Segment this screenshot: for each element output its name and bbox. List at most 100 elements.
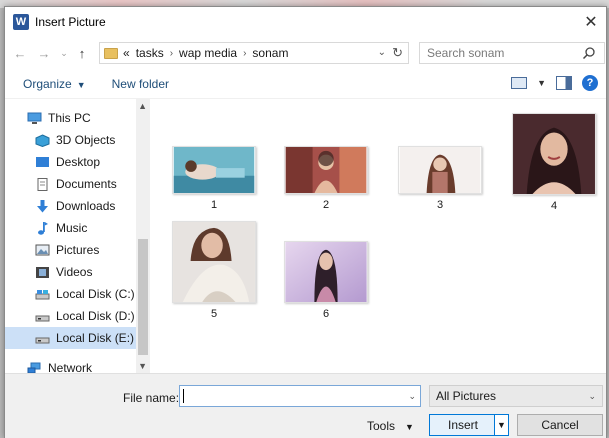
photo-thumbnail bbox=[172, 221, 256, 303]
nav-item-local-disk-c[interactable]: Local Disk (C:) bbox=[5, 283, 150, 305]
text-caret bbox=[183, 389, 184, 403]
search-box[interactable]: Search sonam bbox=[419, 42, 605, 64]
cancel-button[interactable]: Cancel bbox=[517, 414, 603, 436]
desktop-icon bbox=[36, 156, 49, 167]
nav-item-desktop[interactable]: Desktop bbox=[5, 151, 150, 173]
folder-icon bbox=[104, 47, 118, 59]
navigation-pane: This PC 3D Objects Desktop Documents Dow… bbox=[5, 99, 150, 375]
nav-item-downloads[interactable]: Downloads bbox=[5, 195, 150, 217]
file-item[interactable]: 2 bbox=[284, 146, 368, 211]
insert-picture-dialog: W Insert Picture ✕ ← → ⌄ ↑ « tasks › wap… bbox=[4, 6, 607, 438]
back-button[interactable]: ← bbox=[11, 44, 29, 62]
file-list-pane: 1 2 3 4 5 6 bbox=[150, 99, 606, 373]
photo-thumbnail bbox=[284, 146, 368, 194]
address-bar[interactable]: « tasks › wap media › sonam ⌄ ↻ bbox=[99, 42, 409, 64]
organize-menu[interactable]: Organize ▼ bbox=[23, 77, 86, 91]
file-name: 2 bbox=[322, 199, 330, 211]
file-name: 1 bbox=[210, 199, 218, 211]
close-button[interactable]: ✕ bbox=[580, 11, 602, 33]
nav-item-this-pc[interactable]: This PC bbox=[5, 107, 150, 129]
computer-icon bbox=[27, 112, 42, 124]
address-dropdown-icon[interactable]: ⌄ bbox=[378, 47, 386, 58]
nav-item-label: Videos bbox=[56, 265, 93, 279]
document-icon bbox=[37, 177, 48, 191]
nav-item-label: Local Disk (D:) bbox=[56, 309, 135, 323]
command-bar: Organize ▼ New folder ▼ ? bbox=[5, 69, 606, 99]
film-icon bbox=[36, 266, 49, 278]
file-name: 3 bbox=[436, 199, 444, 211]
file-name: 4 bbox=[550, 200, 558, 212]
photo-thumbnail bbox=[284, 241, 368, 303]
music-note-icon bbox=[38, 221, 48, 235]
bottom-controls: File name: ⌄ All Pictures ⌄ Tools ▼ Inser… bbox=[5, 373, 606, 438]
help-icon[interactable]: ? bbox=[582, 75, 598, 91]
nav-item-music[interactable]: Music bbox=[5, 217, 150, 239]
chevron-up-icon[interactable]: ▲ bbox=[138, 101, 147, 111]
chevron-down-icon: ⌄ bbox=[588, 391, 596, 401]
chevron-down-icon[interactable]: ▼ bbox=[138, 361, 147, 371]
tools-label: Tools bbox=[367, 419, 396, 433]
nav-item-label: This PC bbox=[48, 111, 91, 125]
nav-item-local-disk-e[interactable]: Local Disk (E:) bbox=[5, 327, 150, 349]
file-name-label: File name: bbox=[123, 391, 180, 405]
cube-icon bbox=[35, 133, 50, 147]
nav-item-label: 3D Objects bbox=[56, 133, 116, 147]
insert-button[interactable]: Insert ▼ bbox=[429, 414, 509, 436]
nav-scrollbar[interactable]: ▲ ▼ bbox=[136, 99, 150, 373]
file-item[interactable]: 3 bbox=[398, 146, 482, 211]
search-icon bbox=[582, 47, 595, 60]
file-type-select[interactable]: All Pictures ⌄ bbox=[429, 385, 603, 407]
photo-thumbnail bbox=[172, 146, 256, 194]
chevron-right-icon[interactable]: › bbox=[243, 48, 246, 59]
nav-item-documents[interactable]: Documents bbox=[5, 173, 150, 195]
nav-item-local-disk-d[interactable]: Local Disk (D:) bbox=[5, 305, 150, 327]
insert-options-dropdown[interactable]: ▼ bbox=[494, 415, 508, 435]
drive-icon bbox=[35, 315, 50, 321]
nav-item-label: Local Disk (E:) bbox=[56, 331, 135, 345]
arrow-right-icon: → bbox=[37, 45, 51, 61]
view-controls: ▼ ? bbox=[511, 75, 598, 91]
nav-item-label: Music bbox=[56, 221, 88, 235]
file-name: 5 bbox=[210, 308, 218, 320]
tools-menu[interactable]: Tools ▼ bbox=[367, 419, 414, 433]
nav-item-videos[interactable]: Videos bbox=[5, 261, 150, 283]
breadcrumb-item[interactable]: wap media bbox=[179, 46, 237, 60]
nav-item-3d-objects[interactable]: 3D Objects bbox=[5, 129, 150, 151]
insert-label: Insert bbox=[448, 418, 479, 432]
file-item[interactable]: 5 bbox=[172, 221, 256, 320]
file-type-value: All Pictures bbox=[436, 389, 497, 403]
new-folder-button[interactable]: New folder bbox=[112, 77, 169, 91]
navigation-list: This PC 3D Objects Desktop Documents Dow… bbox=[5, 99, 150, 379]
preview-pane-icon[interactable] bbox=[556, 76, 572, 90]
breadcrumb-overflow[interactable]: « bbox=[123, 46, 130, 60]
navigation-row: ← → ⌄ ↑ « tasks › wap media › sonam ⌄ ↻ … bbox=[5, 37, 606, 69]
breadcrumb-item[interactable]: tasks bbox=[136, 46, 164, 60]
up-button[interactable]: ↑ bbox=[73, 44, 91, 62]
file-name: 6 bbox=[322, 308, 330, 320]
file-item[interactable]: 1 bbox=[172, 146, 256, 211]
download-icon bbox=[37, 199, 48, 212]
photo-thumbnail bbox=[512, 113, 596, 195]
nav-item-pictures[interactable]: Pictures bbox=[5, 239, 150, 261]
dialog-title: Insert Picture bbox=[35, 15, 106, 29]
drive-icon bbox=[35, 289, 50, 299]
refresh-icon[interactable]: ↻ bbox=[392, 45, 403, 61]
arrow-left-icon: ← bbox=[13, 45, 27, 61]
change-view-icon[interactable] bbox=[511, 77, 528, 89]
file-name-input[interactable]: ⌄ bbox=[179, 385, 421, 407]
chevron-down-icon[interactable]: ⌄ bbox=[408, 391, 416, 402]
chevron-right-icon[interactable]: › bbox=[170, 48, 173, 59]
breadcrumb-item[interactable]: sonam bbox=[252, 46, 288, 60]
recent-locations-button[interactable]: ⌄ bbox=[59, 44, 69, 62]
nav-item-label: Local Disk (C:) bbox=[56, 287, 135, 301]
nav-item-label: Documents bbox=[56, 177, 117, 191]
organize-label: Organize bbox=[23, 76, 72, 91]
file-item[interactable]: 6 bbox=[284, 241, 368, 320]
forward-button[interactable]: → bbox=[35, 44, 53, 62]
caret-down-icon: ▼ bbox=[405, 422, 414, 432]
caret-down-icon[interactable]: ▼ bbox=[537, 78, 546, 88]
close-icon: ✕ bbox=[584, 14, 598, 31]
scroll-thumb[interactable] bbox=[138, 239, 148, 355]
file-item[interactable]: 4 bbox=[512, 113, 596, 212]
title-bar: W Insert Picture ✕ bbox=[5, 7, 606, 37]
